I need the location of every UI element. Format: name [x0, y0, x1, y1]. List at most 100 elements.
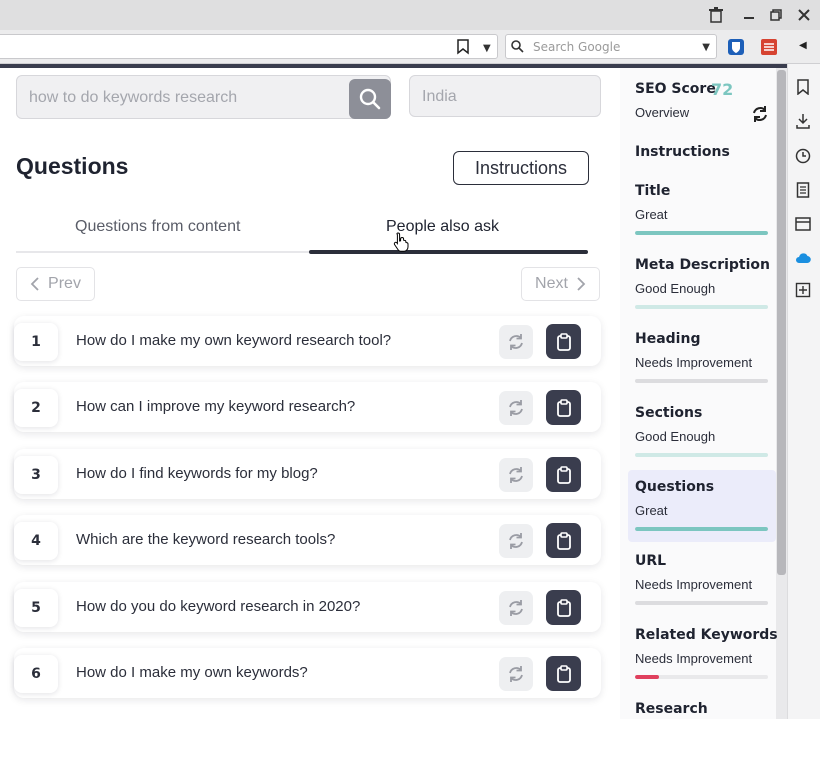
clipboard-icon: [556, 598, 571, 617]
seo-instructions-link[interactable]: Instructions: [635, 144, 730, 160]
question-number: 4: [14, 522, 58, 560]
seo-item-status: Needs Improvement: [635, 577, 753, 592]
question-row: 6 How do I make my own keywords?: [14, 648, 601, 698]
tab-questions-from-content[interactable]: Questions from content: [75, 218, 240, 236]
question-row: 1 How do I make my own keyword research t…: [14, 316, 601, 366]
seo-item-questions[interactable]: Questions Great: [628, 470, 776, 542]
seo-item-name: Questions: [635, 479, 715, 495]
question-number: 6: [14, 655, 58, 693]
window-titlebar: [0, 0, 820, 30]
add-panel-icon[interactable]: [795, 282, 811, 298]
chevron-down-icon[interactable]: ▼: [702, 42, 710, 53]
seo-score-value: 72: [711, 80, 734, 99]
clipboard-icon: [556, 465, 571, 484]
seo-item-url[interactable]: URL Needs Improvement: [628, 544, 776, 616]
copy-button[interactable]: [546, 590, 581, 625]
url-bar[interactable]: [0, 34, 498, 59]
country-placeholder: India: [422, 88, 457, 105]
seo-item-status: Needs Improvement: [635, 355, 753, 370]
clipboard-icon: [556, 531, 571, 550]
seo-item-status: Great: [635, 503, 668, 518]
chevron-left-icon: [30, 277, 39, 291]
seo-item-title[interactable]: Title Great: [628, 174, 776, 246]
seo-item-name: URL: [635, 553, 667, 569]
question-text: How do you do keyword research in 2020?: [76, 598, 361, 615]
seo-item-related-keywords[interactable]: Related Keywords Needs Improvement: [628, 618, 778, 690]
seo-item-meta-description[interactable]: Meta Description Good Enough: [628, 248, 776, 320]
seo-item-status: Good Enough: [635, 281, 716, 296]
seo-item-name: Sections: [635, 405, 703, 421]
seo-item-heading[interactable]: Heading Needs Improvement: [628, 322, 776, 394]
search-engine-icon: [510, 39, 526, 55]
prev-label: Prev: [48, 275, 81, 292]
prev-button[interactable]: Prev: [16, 267, 95, 301]
notes-icon[interactable]: [795, 182, 811, 198]
search-icon: [359, 88, 381, 110]
cloud-icon[interactable]: [795, 250, 811, 266]
regenerate-button[interactable]: [499, 391, 533, 425]
window-panel-icon[interactable]: [795, 216, 811, 232]
browser-search-placeholder: Search Google: [533, 40, 621, 54]
todoist-extension-icon[interactable]: [761, 39, 777, 55]
chevron-left-icon[interactable]: ◀: [799, 40, 807, 51]
copy-button[interactable]: [546, 656, 581, 691]
seo-item-progress-fill: [635, 379, 768, 383]
seo-item-progress: [635, 379, 768, 383]
regenerate-button[interactable]: [499, 524, 533, 558]
seo-item-progress: [635, 231, 768, 235]
seo-item-status: Good Enough: [635, 429, 716, 444]
question-row: 5 How do you do keyword research in 2020?: [14, 582, 601, 632]
seo-item-name: Heading: [635, 331, 701, 347]
next-label: Next: [535, 275, 568, 292]
question-number: 3: [14, 456, 58, 494]
question-text: Which are the keyword research tools?: [76, 531, 336, 548]
clipboard-icon: [556, 332, 571, 351]
regenerate-button[interactable]: [499, 657, 533, 691]
instructions-button[interactable]: Instructions: [453, 151, 589, 185]
keyword-search-input[interactable]: how to do keywords research: [16, 75, 391, 119]
restore-icon[interactable]: [767, 6, 785, 24]
seo-item-progress-fill: [635, 527, 768, 531]
keyword-search-placeholder: how to do keywords research: [29, 89, 238, 106]
seo-item-name: Research: [635, 701, 708, 717]
browser-toolbar: ▼ Search Google ▼: [0, 30, 820, 64]
regenerate-button[interactable]: [499, 325, 533, 359]
seo-item-progress: [635, 601, 768, 605]
refresh-icon: [509, 334, 523, 350]
refresh-icon[interactable]: [751, 105, 769, 123]
seo-overview-link[interactable]: Overview: [635, 105, 689, 120]
download-icon[interactable]: [795, 113, 811, 129]
sidebar-scroll-thumb[interactable]: [777, 70, 786, 575]
regenerate-button[interactable]: [499, 458, 533, 492]
bookmark-icon[interactable]: [457, 39, 471, 55]
copy-button[interactable]: [546, 523, 581, 558]
bookmarks-icon[interactable]: [795, 79, 811, 96]
seo-item-progress: [635, 453, 768, 457]
country-input[interactable]: India: [409, 75, 601, 117]
minimize-icon[interactable]: [740, 6, 758, 24]
copy-button[interactable]: [546, 324, 581, 359]
question-number: 2: [14, 389, 58, 427]
page-title: Questions: [16, 153, 129, 179]
seo-item-progress: [635, 527, 768, 531]
regenerate-button[interactable]: [499, 591, 533, 625]
shield-extension-icon[interactable]: [728, 39, 744, 55]
trash-icon[interactable]: [707, 6, 725, 24]
close-window-icon[interactable]: [795, 6, 813, 24]
seo-item-progress-fill: [635, 601, 768, 605]
browser-search-input[interactable]: Search Google ▼: [505, 34, 717, 59]
seo-item-progress-fill: [635, 453, 768, 457]
seo-item-research[interactable]: Research: [628, 692, 776, 764]
history-icon[interactable]: [795, 148, 811, 164]
copy-button[interactable]: [546, 390, 581, 425]
chevron-down-icon[interactable]: ▼: [483, 43, 491, 54]
search-button[interactable]: [349, 79, 391, 119]
refresh-icon: [509, 600, 523, 616]
seo-item-progress-fill: [635, 305, 768, 309]
next-button[interactable]: Next: [521, 267, 600, 301]
refresh-icon: [509, 533, 523, 549]
seo-score-label: SEO Score: [635, 81, 716, 97]
seo-item-status: Needs Improvement: [635, 651, 753, 666]
copy-button[interactable]: [546, 457, 581, 492]
seo-item-sections[interactable]: Sections Good Enough: [628, 396, 776, 468]
